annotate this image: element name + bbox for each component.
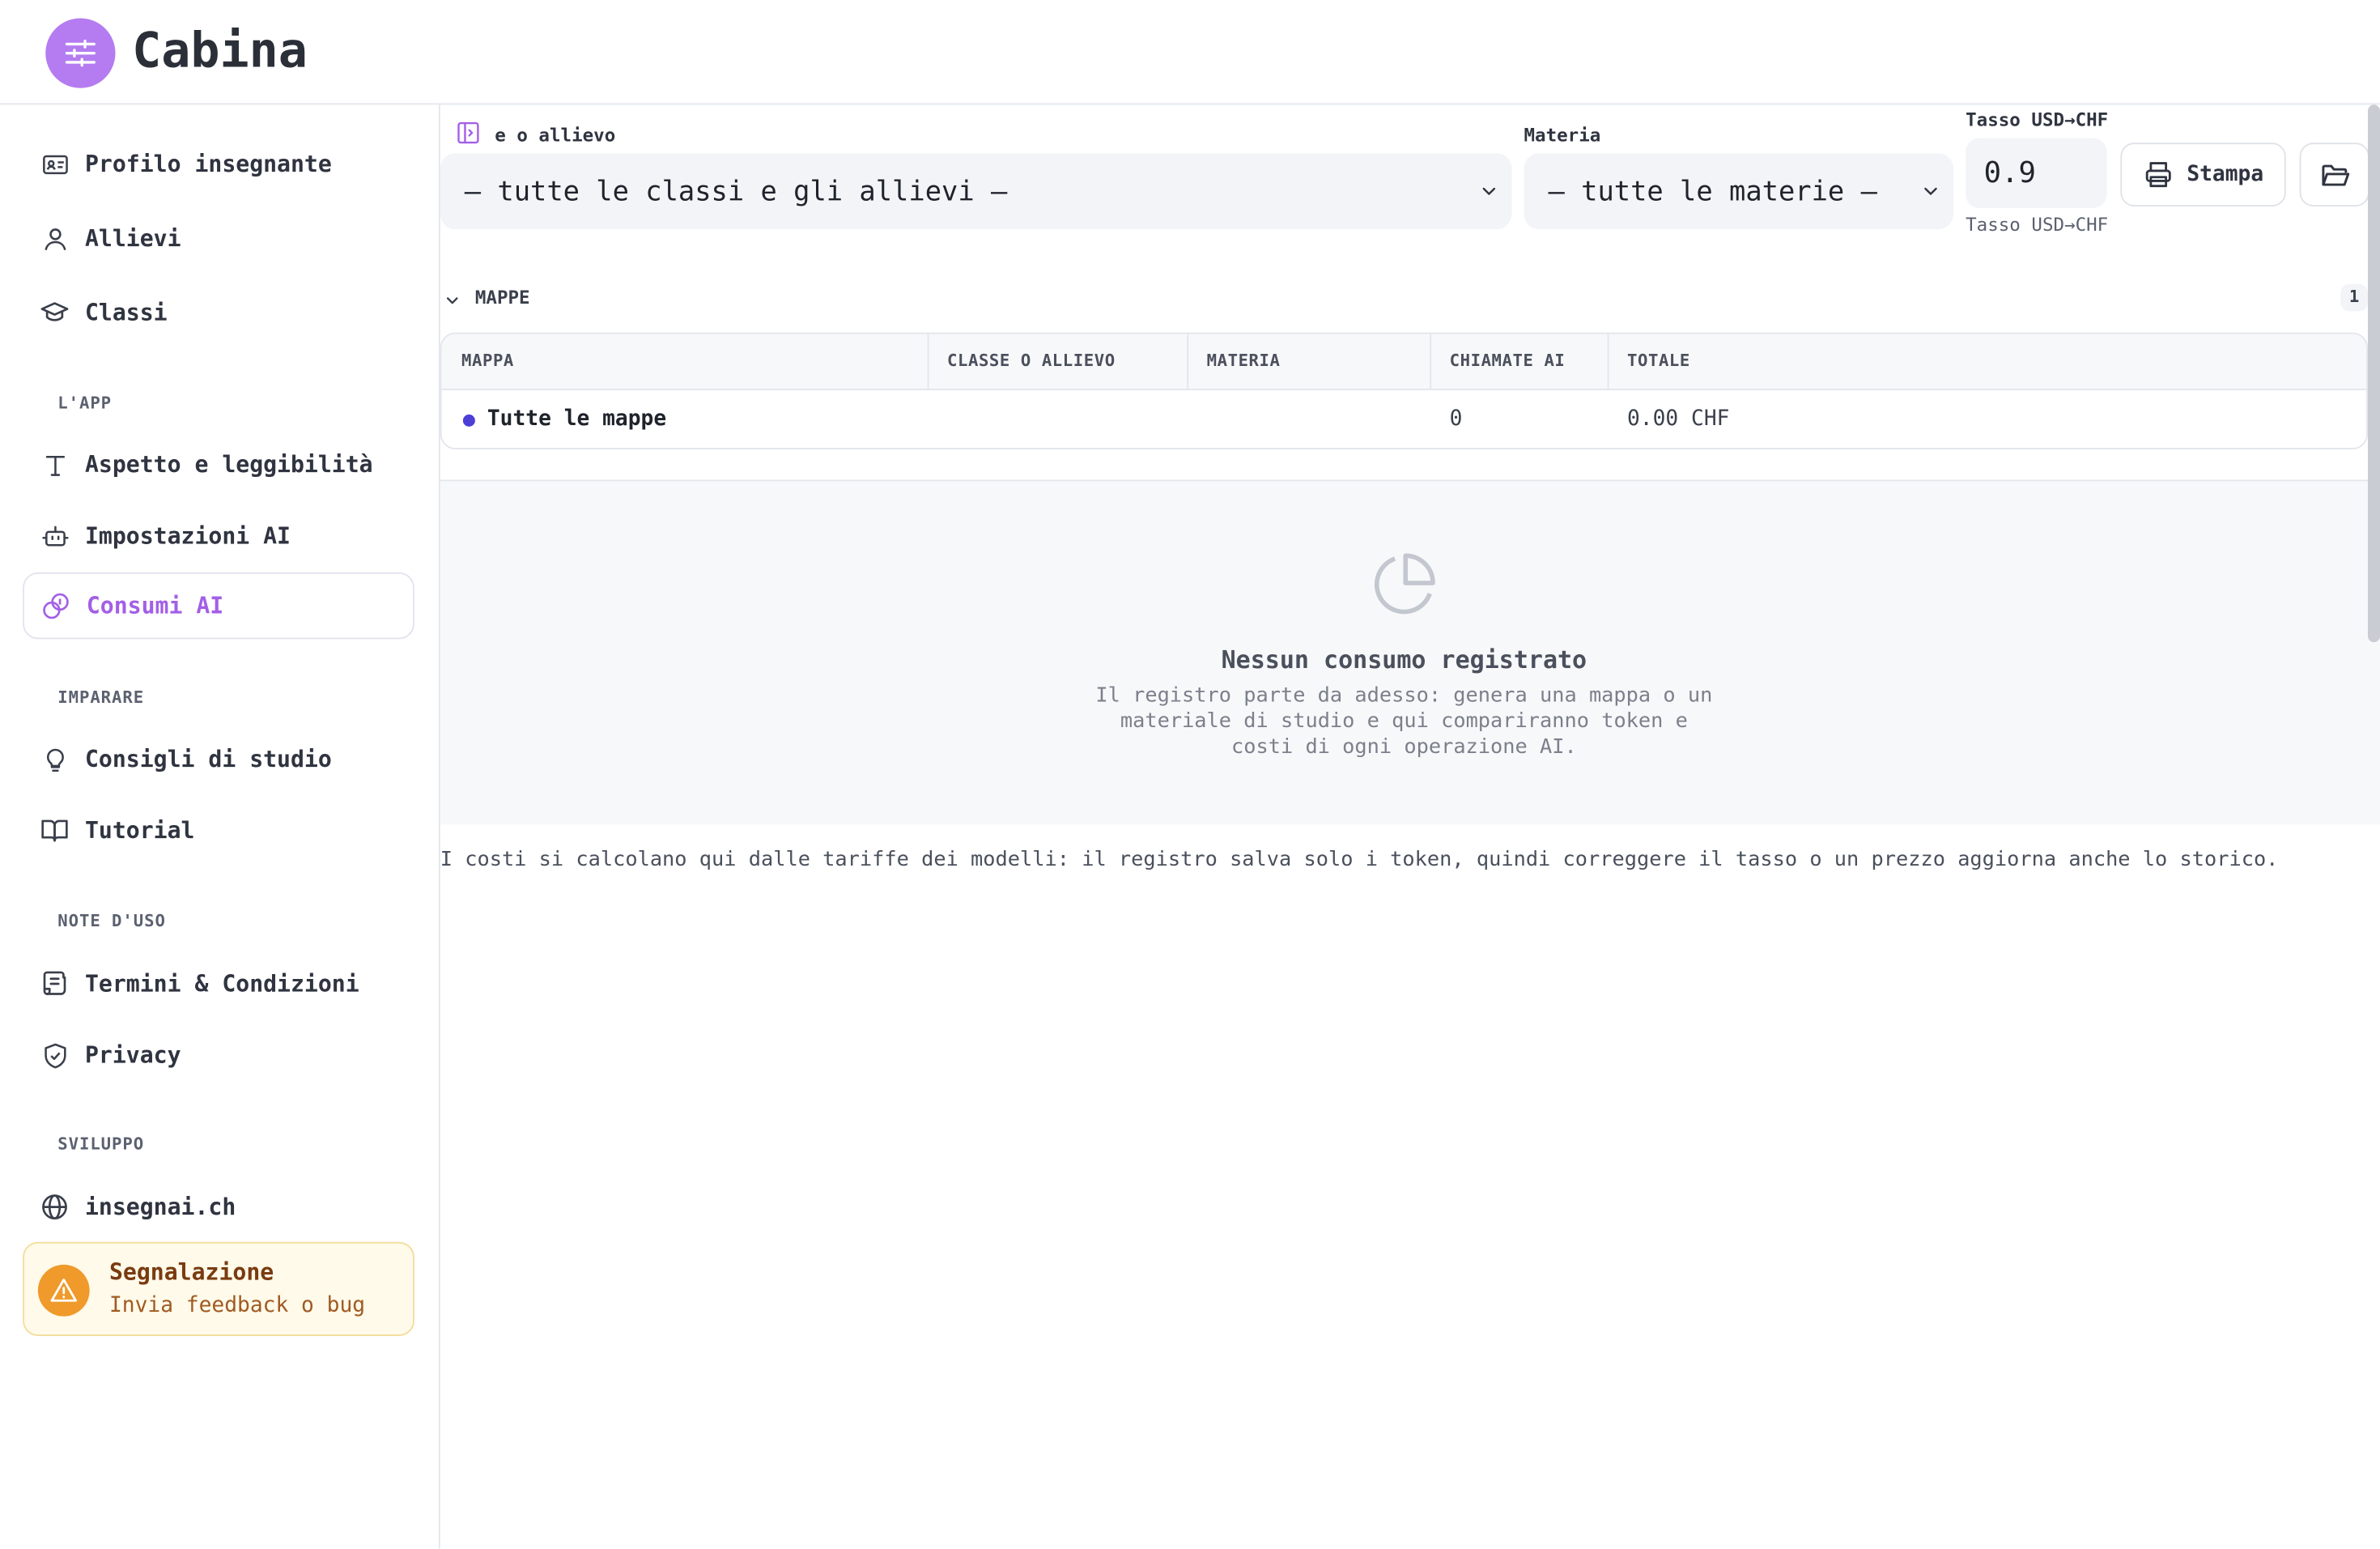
sidebar-item-label: Consumi AI	[86, 592, 224, 619]
sidebar-item-privacy[interactable]: Privacy	[23, 1022, 414, 1089]
globe-icon	[38, 1190, 71, 1223]
cell-chiamate: 0	[1449, 406, 1463, 432]
section-label-app: L'APP	[57, 393, 113, 413]
sidebar-item-allievi[interactable]: Allievi	[23, 205, 414, 272]
chevron-down-icon	[444, 287, 462, 316]
sidebar-item-termini[interactable]: Termini & Condizioni	[23, 951, 414, 1018]
section-label-dev: SVILUPPO	[57, 1134, 145, 1154]
empty-state: Nessun consumo registrato Il registro pa…	[440, 479, 2380, 825]
sidebar-item-impostazioni-ai[interactable]: Impostazioni AI	[23, 503, 414, 570]
rate-hint: Tasso USD→CHF	[1966, 214, 2109, 236]
shield-check-icon	[38, 1039, 71, 1072]
table-row[interactable]: Tutte le mappe 0 0.00 CHF	[442, 390, 2367, 448]
top-bar: Cabina	[0, 0, 2380, 105]
empty-title: Nessun consumo registrato	[1221, 645, 1587, 674]
sidebar-item-consumi-ai[interactable]: Consumi AI	[23, 572, 414, 640]
empty-description: Il registro parte da adesso: genera una …	[1095, 683, 1713, 760]
cell-mappa: Tutte le mappe	[487, 406, 667, 432]
sidebar-item-label: Profilo insegnante	[85, 150, 332, 178]
sidebar-item-label: Consigli di studio	[85, 745, 332, 773]
sidebar-item-label: Termini & Condizioni	[85, 970, 359, 998]
sliders-logo-icon[interactable]	[45, 18, 116, 88]
sidebar-item-label: Tutorial	[85, 816, 195, 845]
usage-table: MAPPA CLASSE O ALLIEVO MATERIA CHIAMATE …	[440, 332, 2368, 449]
folder-open-icon	[2318, 159, 2350, 190]
print-button[interactable]: Stampa	[2120, 143, 2286, 206]
sidebar-item-aspetto[interactable]: Aspetto e leggibilità	[23, 432, 414, 499]
column-header[interactable]: TOTALE	[1607, 334, 1690, 389]
subject-select-value: — tutte le materie —	[1548, 175, 1877, 207]
column-header[interactable]: CLASSE O ALLIEVO	[927, 334, 1116, 389]
open-folder-button[interactable]	[2299, 143, 2369, 206]
table-header: MAPPA CLASSE O ALLIEVO MATERIA CHIAMATE …	[441, 334, 2367, 390]
pie-chart-icon	[1367, 548, 1440, 628]
status-dot	[462, 414, 475, 427]
main-content: e o allievo — tutte le classi e gli alli…	[440, 104, 2380, 1548]
robot-icon	[38, 519, 71, 552]
column-header[interactable]: MATERIA	[1187, 334, 1280, 389]
warning-icon	[37, 1264, 90, 1317]
printer-icon	[2143, 160, 2174, 190]
class-filter-label: e o allievo	[495, 124, 616, 146]
class-select[interactable]: — tutte le classi e gli allievi —	[440, 153, 1512, 230]
scrollbar-thumb[interactable]	[2368, 104, 2380, 643]
sidebar-item-label: Aspetto e leggibilità	[85, 450, 373, 479]
chevron-down-icon	[1920, 179, 1941, 208]
section-label-notes: NOTE D'USO	[57, 911, 166, 931]
sidebar-item-tutorial[interactable]: Tutorial	[23, 797, 414, 864]
sidebar: Profilo insegnante Allievi Classi L'APP …	[0, 104, 440, 1549]
subject-filter-label: Materia	[1524, 124, 1601, 146]
cost-footnote: I costi si calcolano qui dalle tariffe d…	[440, 847, 2279, 872]
feedback-subtitle: Invia feedback o bug	[109, 1293, 366, 1318]
coins-icon	[40, 589, 73, 623]
group-title: MAPPE	[474, 287, 530, 309]
type-icon	[38, 448, 71, 481]
group-count-badge: 1	[2340, 283, 2368, 312]
sidebar-item-classi[interactable]: Classi	[23, 279, 414, 347]
print-button-label: Stampa	[2187, 162, 2264, 187]
sidebar-item-label: Classi	[85, 299, 168, 327]
sidebar-item-label: Privacy	[85, 1041, 181, 1069]
sidebar-item-insegnai[interactable]: insegnai.ch	[23, 1173, 414, 1240]
sidebar-item-profilo[interactable]: Profilo insegnante	[23, 130, 414, 198]
lightbulb-icon	[38, 743, 71, 776]
book-open-icon	[38, 814, 71, 847]
user-icon	[38, 222, 71, 255]
feedback-card[interactable]: Segnalazione Invia feedback o bug	[23, 1241, 414, 1336]
sidebar-item-label: Impostazioni AI	[85, 522, 291, 550]
sidebar-item-label: Allievi	[85, 224, 181, 253]
column-header[interactable]: CHIAMATE AI	[1430, 334, 1565, 389]
group-header-mappe[interactable]: MAPPE 1	[440, 283, 2368, 316]
rate-input[interactable]	[1966, 138, 2107, 208]
graduation-cap-icon	[38, 296, 71, 330]
id-card-icon	[38, 147, 71, 181]
chevron-down-icon	[1478, 179, 1499, 208]
cell-totale: 0.00 CHF	[1627, 406, 1730, 432]
scroll-icon	[38, 967, 71, 1000]
column-header[interactable]: MAPPA	[461, 334, 514, 389]
section-label-learn: IMPARARE	[57, 687, 145, 708]
class-select-value: — tutte le classi e gli allievi —	[464, 175, 1008, 207]
sidebar-item-label: insegnai.ch	[85, 1193, 236, 1221]
feedback-title: Segnalazione	[109, 1258, 274, 1287]
sidebar-item-consigli[interactable]: Consigli di studio	[23, 726, 414, 793]
sidebar-toggle-icon[interactable]	[456, 120, 482, 146]
rate-label: Tasso USD→CHF	[1966, 109, 2109, 131]
subject-select[interactable]: — tutte le materie —	[1524, 153, 1954, 230]
app-title: Cabina	[132, 21, 308, 79]
